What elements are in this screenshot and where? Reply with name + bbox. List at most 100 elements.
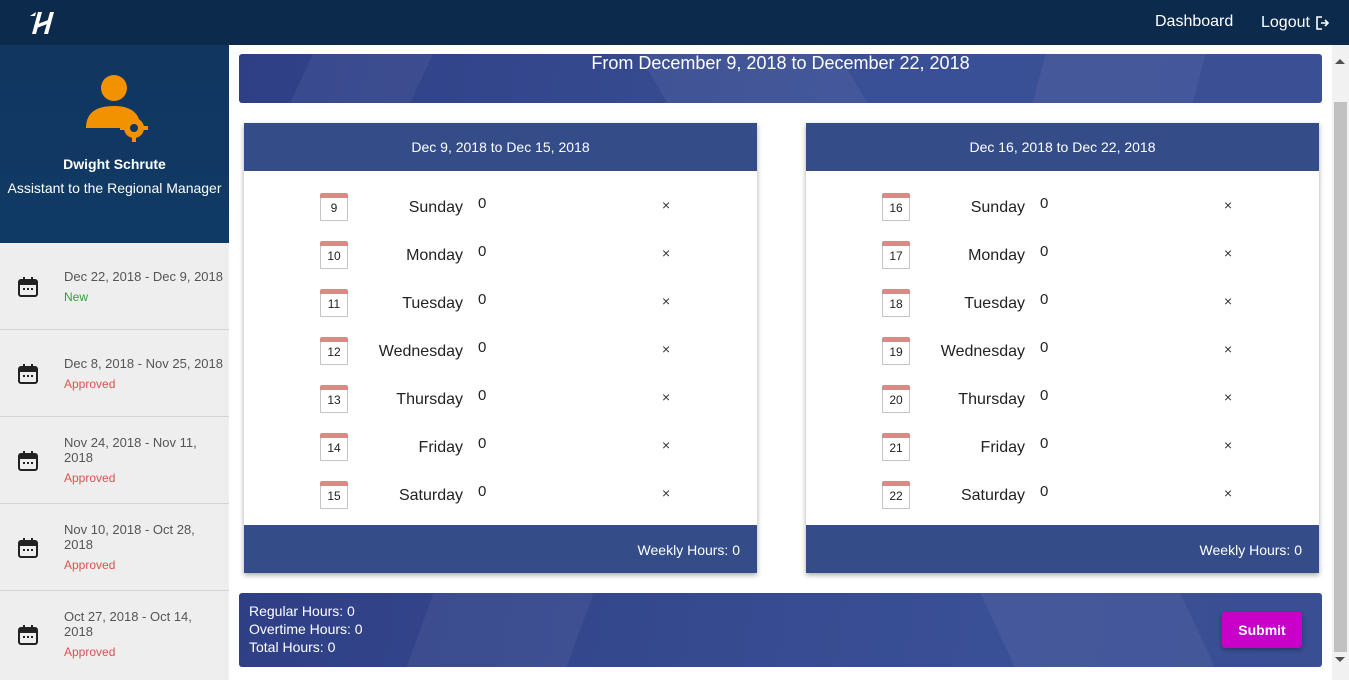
weekly-hours: Weekly Hours: 0 [1199, 542, 1302, 558]
remove-icon[interactable]: × [662, 485, 670, 501]
day-hours-input[interactable]: 0 [1040, 483, 1048, 500]
day-row: 19 Wednesday 0 × [806, 337, 1319, 385]
period-dates-line2: 2018 [64, 624, 93, 639]
sidebar: Dwight Schrute Assistant to the Regional… [0, 45, 229, 680]
scroll-down-arrow-icon[interactable] [1335, 657, 1345, 662]
calendar-date-icon: 20 [882, 385, 910, 413]
profile-card: Dwight Schrute Assistant to the Regional… [0, 45, 229, 243]
calendar-icon [18, 364, 38, 384]
regular-hours: Regular Hours: 0 [249, 603, 355, 619]
remove-icon[interactable]: × [1224, 197, 1232, 213]
day-hours-input[interactable]: 0 [478, 195, 486, 212]
hours-summary-panel: Regular Hours: 0 Overtime Hours: 0 Total… [239, 593, 1322, 667]
day-row: 21 Friday 0 × [806, 433, 1319, 481]
week-card: Dec 9, 2018 to Dec 15, 2018 9 Sunday 0 ×… [244, 123, 757, 573]
day-row: 20 Thursday 0 × [806, 385, 1319, 433]
period-status: Approved [64, 471, 116, 485]
period-dates: Dec 8, 2018 - Nov 25, 2018 [64, 356, 224, 371]
calendar-icon [18, 538, 38, 558]
calendar-date-icon: 14 [320, 433, 348, 461]
day-hours-input[interactable]: 0 [1040, 195, 1048, 212]
day-name: Saturday [960, 487, 1025, 504]
day-name: Sunday [970, 199, 1025, 216]
total-hours: Total Hours: 0 [249, 639, 336, 655]
remove-icon[interactable]: × [1224, 485, 1232, 501]
nav-logout-link[interactable]: Logout [1261, 14, 1330, 32]
calendar-date-icon: 16 [882, 193, 910, 221]
day-name: Tuesday [402, 295, 463, 312]
date-range-banner: From December 9, 2018 to December 22, 20… [239, 54, 1322, 103]
summary-decoration [971, 593, 1227, 667]
day-row: 16 Sunday 0 × [806, 193, 1319, 241]
remove-icon[interactable]: × [662, 245, 670, 261]
day-hours-input[interactable]: 0 [1040, 243, 1048, 260]
date-range-title: From December 9, 2018 to December 22, 20… [591, 54, 970, 73]
summary-decoration [397, 593, 601, 667]
day-hours-input[interactable]: 0 [478, 339, 486, 356]
profile-name: Dwight Schrute [63, 156, 166, 172]
calendar-date-icon: 18 [882, 289, 910, 317]
day-hours-input[interactable]: 0 [1040, 387, 1048, 404]
day-hours-input[interactable]: 0 [478, 291, 486, 308]
remove-icon[interactable]: × [662, 293, 670, 309]
scrollbar-thumb[interactable] [1334, 102, 1347, 652]
period-dates: Nov 10, 2018 - Oct 28, 2018 [64, 522, 224, 552]
period-status: Approved [64, 558, 116, 572]
remove-icon[interactable]: × [662, 437, 670, 453]
day-row: 17 Monday 0 × [806, 241, 1319, 289]
day-hours-input[interactable]: 0 [1040, 435, 1048, 452]
day-name: Tuesday [964, 295, 1025, 312]
day-hours-input[interactable]: 0 [478, 387, 486, 404]
scroll-up-arrow-icon[interactable] [1335, 59, 1345, 64]
period-dates-line2: 2018 [64, 450, 93, 465]
day-hours-input[interactable]: 0 [478, 483, 486, 500]
calendar-date-icon: 10 [320, 241, 348, 269]
day-name: Saturday [398, 487, 463, 504]
calendar-icon [18, 451, 38, 471]
day-hours-input[interactable]: 0 [478, 243, 486, 260]
day-hours-input[interactable]: 0 [1040, 339, 1048, 356]
remove-icon[interactable]: × [1224, 437, 1232, 453]
nav-dashboard-link[interactable]: Dashboard [1155, 13, 1233, 31]
remove-icon[interactable]: × [1224, 293, 1232, 309]
submit-button[interactable]: Submit [1222, 612, 1302, 648]
calendar-date-icon: 12 [320, 337, 348, 365]
top-navbar: Dashboard Logout [0, 0, 1349, 45]
day-name: Thursday [396, 391, 463, 408]
period-status: New [64, 290, 89, 304]
day-hours-input[interactable]: 0 [1040, 291, 1048, 308]
day-name: Monday [406, 247, 463, 264]
user-gear-icon [86, 75, 148, 142]
logout-label: Logout [1261, 14, 1310, 31]
logout-icon [1316, 16, 1330, 30]
calendar-date-icon: 21 [882, 433, 910, 461]
period-item[interactable]: Nov 24, 2018 - Nov 11, 2018 Approved [0, 417, 229, 504]
day-row: 12 Wednesday 0 × [244, 337, 757, 385]
period-item[interactable]: Nov 10, 2018 - Oct 28, 2018 Approved [0, 504, 229, 591]
app-logo-icon[interactable] [26, 8, 60, 38]
period-item[interactable]: Oct 27, 2018 - Oct 14, 2018 Approved [0, 591, 229, 678]
week-card: Dec 16, 2018 to Dec 22, 2018 16 Sunday 0… [806, 123, 1319, 573]
week-footer: Weekly Hours: 0 [806, 525, 1319, 573]
day-hours-input[interactable]: 0 [478, 435, 486, 452]
remove-icon[interactable]: × [1224, 341, 1232, 357]
calendar-icon [18, 625, 38, 645]
remove-icon[interactable]: × [662, 389, 670, 405]
weekly-hours: Weekly Hours: 0 [637, 542, 740, 558]
remove-icon[interactable]: × [1224, 245, 1232, 261]
week-header: Dec 9, 2018 to Dec 15, 2018 [244, 123, 757, 171]
day-row: 10 Monday 0 × [244, 241, 757, 289]
period-item[interactable]: Dec 22, 2018 - Dec 9, 2018 New [0, 243, 229, 330]
day-name: Thursday [958, 391, 1025, 408]
remove-icon[interactable]: × [1224, 389, 1232, 405]
period-status: Approved [64, 645, 116, 659]
profile-role: Assistant to the Regional Manager [7, 180, 222, 196]
day-name: Wednesday [378, 343, 463, 360]
period-item[interactable]: Dec 8, 2018 - Nov 25, 2018 Approved [0, 330, 229, 417]
remove-icon[interactable]: × [662, 341, 670, 357]
period-status: Approved [64, 377, 116, 391]
remove-icon[interactable]: × [662, 197, 670, 213]
period-dates-line2: 2018 [64, 537, 93, 552]
vertical-scrollbar[interactable] [1332, 45, 1349, 680]
week-header: Dec 16, 2018 to Dec 22, 2018 [806, 123, 1319, 171]
